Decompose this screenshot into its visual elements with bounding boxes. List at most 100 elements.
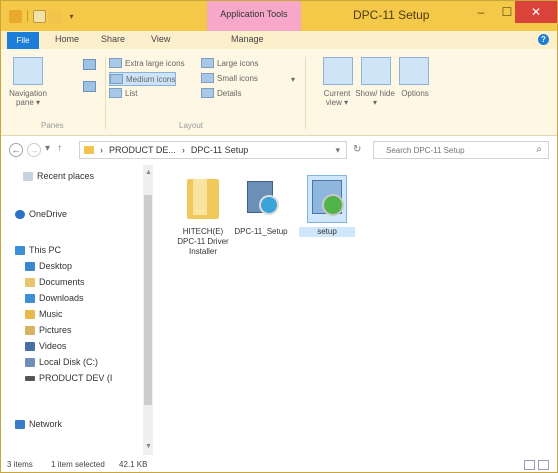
panes-group-label: Panes	[41, 121, 64, 130]
small-icons-option[interactable]: Small icons	[201, 72, 258, 84]
cloud-icon	[15, 209, 25, 219]
file-item-selected[interactable]: setup	[299, 175, 355, 237]
small-icons-icon	[201, 73, 214, 83]
ribbon-tabs: File Home Share View Manage ?	[1, 31, 557, 49]
address-bar[interactable]: › PRODUCT DE... › DPC-11 Setup ▾	[79, 141, 347, 159]
refresh-icon[interactable]: ↻	[353, 144, 361, 155]
nav-item-local-disk[interactable]: Local Disk (C:)	[25, 357, 98, 367]
pictures-icon	[25, 325, 35, 335]
list-icon	[109, 88, 122, 98]
folder-icon	[84, 146, 94, 154]
tab-file[interactable]: File	[7, 32, 39, 49]
details-view-icon[interactable]	[524, 460, 535, 470]
details-option[interactable]: Details	[201, 87, 241, 99]
address-dropdown-icon[interactable]: ▾	[335, 145, 340, 156]
tab-share[interactable]: Share	[101, 34, 125, 44]
properties-icon[interactable]	[33, 9, 46, 23]
close-button[interactable]: ✕	[515, 1, 557, 23]
preview-pane-icon[interactable]	[83, 59, 96, 70]
large-icons-icon	[201, 58, 214, 68]
layout-expand-icon[interactable]: ▾	[291, 75, 295, 84]
downloads-icon	[25, 293, 35, 303]
ribbon-view: Navigation pane ▾ Panes Extra large icon…	[1, 49, 557, 136]
forward-button[interactable]: →	[27, 143, 41, 157]
context-tab-label: Application Tools	[220, 9, 288, 19]
layout-group-label: Layout	[179, 121, 204, 130]
path-separator: ›	[100, 145, 103, 155]
tab-view[interactable]: View	[151, 34, 170, 44]
desktop-icon	[25, 261, 35, 271]
navigation-pane-button[interactable]: Navigation pane ▾	[5, 89, 51, 107]
path-separator: ›	[181, 145, 185, 155]
explorer-app-icon[interactable]	[9, 9, 22, 23]
help-icon[interactable]: ?	[538, 34, 549, 45]
recent-places-icon	[23, 171, 33, 181]
navigation-pane-icon[interactable]	[13, 57, 43, 85]
breadcrumb-dpc-11-setup[interactable]: DPC-11 Setup	[191, 145, 248, 155]
nav-scrollbar[interactable]: ▲ ▼	[143, 165, 153, 455]
selection-size: 42.1 KB	[119, 460, 148, 469]
search-input[interactable]	[384, 145, 528, 156]
details-pane-icon[interactable]	[83, 81, 96, 92]
medium-icons-option[interactable]: Medium icons	[109, 72, 177, 86]
nav-item-pictures[interactable]: Pictures	[25, 325, 72, 335]
minimize-button[interactable]: –	[469, 1, 493, 23]
drive-icon	[25, 357, 35, 367]
nav-item-recent-places[interactable]: Recent places	[23, 171, 94, 181]
quick-access-toolbar: ▾	[9, 8, 78, 24]
computer-icon	[15, 245, 25, 255]
network-icon	[15, 419, 25, 429]
scroll-up-icon[interactable]: ▲	[145, 169, 152, 176]
file-item[interactable]: HITECH(E) DPC-11 Driver Installer	[175, 175, 231, 257]
list-option[interactable]: List	[109, 87, 137, 99]
nav-item-desktop[interactable]: Desktop	[25, 261, 72, 271]
qat-dropdown-icon[interactable]: ▾	[65, 10, 78, 23]
nav-item-documents[interactable]: Documents	[25, 277, 85, 287]
scroll-down-icon[interactable]: ▼	[145, 443, 152, 450]
nav-item-this-pc[interactable]: This PC	[15, 245, 61, 255]
installer-icon	[241, 175, 281, 223]
current-view-icon[interactable]	[323, 57, 353, 85]
file-item[interactable]: DPC-11_Setup	[233, 175, 289, 237]
documents-icon	[25, 277, 35, 287]
view-switcher	[524, 460, 549, 470]
tab-manage[interactable]: Manage	[231, 34, 264, 44]
file-name: HITECH(E) DPC-11 Driver Installer	[177, 227, 229, 256]
up-button[interactable]: ↑	[57, 143, 62, 154]
tab-home[interactable]: Home	[55, 34, 79, 44]
selection-count: 1 item selected	[51, 460, 105, 469]
extra-large-icons-option[interactable]: Extra large icons	[109, 57, 185, 69]
scrollbar-thumb[interactable]	[144, 195, 152, 405]
context-tab-header: Application Tools	[207, 1, 301, 31]
nav-item-downloads[interactable]: Downloads	[25, 293, 84, 303]
setup-icon	[307, 175, 347, 223]
details-view-icon	[201, 88, 214, 98]
window-title: DPC-11 Setup	[353, 8, 430, 22]
explorer-window: ▾ Application Tools DPC-11 Setup – ☐ ✕ F…	[0, 0, 558, 473]
ribbon-separator	[305, 57, 306, 129]
current-view-button[interactable]: Current view ▾	[315, 89, 359, 107]
status-bar: 3 items 1 item selected 42.1 KB	[1, 457, 557, 472]
options-button[interactable]: Options	[395, 89, 435, 98]
show-hide-button[interactable]: Show/ hide ▾	[355, 89, 395, 107]
nav-item-product-dev[interactable]: PRODUCT DEV (I	[25, 373, 112, 383]
options-icon[interactable]	[399, 57, 429, 85]
item-count: 3 items	[7, 460, 33, 469]
nav-item-videos[interactable]: Videos	[25, 341, 66, 351]
breadcrumb-product-dev[interactable]: PRODUCT DE...	[109, 145, 176, 155]
back-button[interactable]: ←	[9, 143, 23, 157]
show-hide-icon[interactable]	[361, 57, 391, 85]
title-bar: ▾ Application Tools DPC-11 Setup – ☐ ✕	[1, 1, 557, 31]
nav-item-network[interactable]: Network	[15, 419, 62, 429]
file-name: DPC-11_Setup	[234, 227, 288, 236]
search-box[interactable]: ⌕	[373, 141, 549, 159]
large-icons-view-icon[interactable]	[538, 460, 549, 470]
search-icon[interactable]: ⌕	[536, 144, 542, 155]
nav-item-music[interactable]: Music	[25, 309, 63, 319]
videos-icon	[25, 341, 35, 351]
new-folder-icon[interactable]	[49, 9, 62, 23]
nav-item-onedrive[interactable]: OneDrive	[15, 209, 67, 219]
recent-locations-icon[interactable]: ▾	[45, 143, 50, 154]
network-drive-icon	[25, 375, 35, 381]
large-icons-option[interactable]: Large icons	[201, 57, 258, 69]
